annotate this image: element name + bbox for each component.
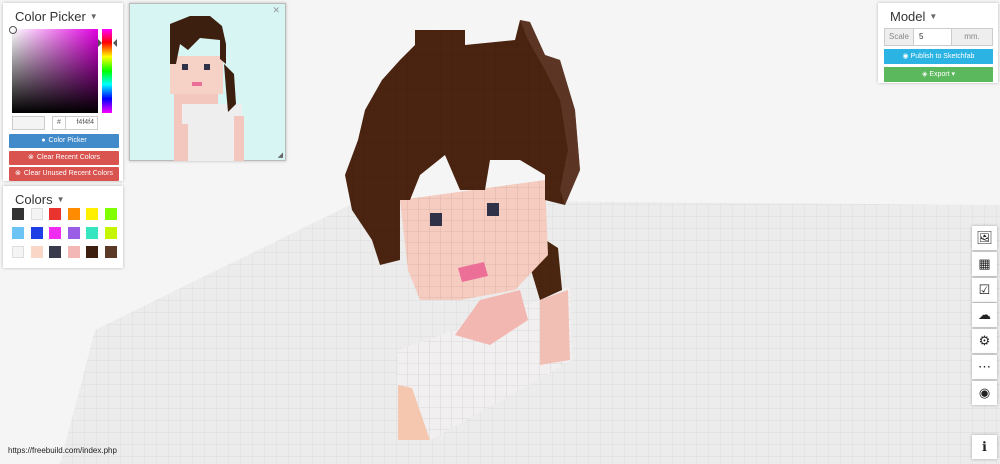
eye-icon[interactable]: ◉ — [972, 381, 997, 405]
checklist-icon[interactable]: ☑ — [972, 278, 997, 302]
color-swatch[interactable] — [104, 208, 117, 220]
color-cursor[interactable] — [9, 26, 17, 34]
circle-x-icon: ⊗ — [28, 154, 34, 161]
color-swatch[interactable] — [49, 208, 61, 220]
color-swatch[interactable] — [86, 227, 98, 239]
color-picker-title[interactable]: Color Picker ▼ — [3, 3, 123, 25]
reference-image-panel: ✕ ◢ — [129, 3, 286, 161]
color-swatch[interactable] — [104, 246, 117, 258]
hex-value[interactable]: f4f4f4 — [76, 117, 94, 129]
export-button[interactable]: ◈ Export ▾ — [884, 67, 993, 82]
sketchfab-icon: ◉ — [902, 53, 911, 60]
model-title[interactable]: Model ▼ — [878, 3, 998, 25]
colors-panel: Colors ▼ — [3, 186, 123, 268]
clear-unused-label: Clear Unused Recent Colors — [23, 170, 113, 177]
caret-down-icon: ▾ — [949, 71, 956, 78]
grid-icon[interactable]: ▦ — [972, 252, 997, 276]
color-swatch[interactable] — [30, 246, 43, 258]
caret-down-icon: ▼ — [56, 195, 65, 204]
scale-unit: mm. — [952, 28, 993, 46]
resize-handle-icon[interactable]: ◢ — [278, 151, 283, 159]
color-swatch[interactable] — [86, 246, 98, 258]
color-picker-button-label: Color Picker — [48, 137, 87, 144]
color-swatch[interactable] — [67, 208, 80, 220]
color-swatch[interactable] — [12, 227, 24, 239]
color-swatch[interactable] — [49, 246, 61, 258]
clear-recent-label: Clear Recent Colors — [36, 154, 100, 161]
current-color-preview — [12, 116, 45, 130]
clear-recent-colors-button[interactable]: ⊗ Clear Recent Colors — [9, 151, 119, 165]
gear-icon[interactable]: ⚙ — [972, 329, 997, 353]
model-title-text: Model — [890, 9, 926, 24]
hue-arrow-left-icon — [98, 39, 102, 47]
image-icon[interactable]: 🖼 — [972, 226, 997, 250]
color-swatch[interactable] — [30, 227, 43, 239]
colors-title[interactable]: Colors ▼ — [3, 186, 123, 208]
model-panel: Model ▼ Scale 5 mm. ◉ Publish to Sketchfa… — [878, 3, 998, 83]
color-swatch[interactable] — [86, 208, 98, 220]
color-swatch[interactable] — [12, 246, 24, 258]
status-url: https://freebuild.com/index.php — [8, 446, 117, 455]
export-label: Export — [929, 71, 950, 78]
caret-down-icon: ▼ — [929, 12, 938, 21]
scale-label: Scale — [884, 28, 914, 46]
color-picker-title-text: Color Picker — [15, 9, 86, 24]
pixel-portrait-image — [170, 16, 244, 161]
colors-title-text: Colors — [15, 192, 53, 207]
close-icon[interactable]: ✕ — [272, 5, 280, 16]
color-swatch[interactable] — [49, 227, 61, 239]
color-swatch[interactable] — [30, 208, 43, 220]
saturation-value-field[interactable] — [9, 26, 98, 113]
color-picker-button[interactable]: ● Color Picker — [9, 134, 119, 148]
hex-prefix: # — [53, 117, 66, 129]
hue-arrow-right-icon — [113, 39, 117, 47]
more-icon[interactable]: ⋯ — [972, 355, 997, 379]
color-picker-panel: Color Picker ▼ # f4f4f4 ● Color Picker ⊗ Cl… — [3, 3, 123, 181]
upload-cloud-icon[interactable]: ☁ — [972, 303, 997, 327]
color-swatch[interactable] — [67, 227, 80, 239]
clear-unused-colors-button[interactable]: ⊗ Clear Unused Recent Colors — [9, 167, 119, 181]
droplet-icon: ● — [41, 137, 46, 144]
info-icon[interactable]: ℹ — [972, 435, 997, 459]
publish-sketchfab-button[interactable]: ◉ Publish to Sketchfab — [884, 49, 993, 64]
hex-input[interactable]: # f4f4f4 — [52, 116, 98, 130]
color-swatch[interactable] — [12, 208, 24, 220]
caret-down-icon: ▼ — [89, 12, 98, 21]
publish-label: Publish to Sketchfab — [910, 53, 975, 60]
hue-slider[interactable] — [102, 29, 112, 113]
scale-input[interactable]: 5 — [914, 28, 952, 46]
circle-x-icon: ⊗ — [15, 170, 21, 177]
color-swatch[interactable] — [104, 227, 117, 239]
color-swatch[interactable] — [67, 246, 80, 258]
